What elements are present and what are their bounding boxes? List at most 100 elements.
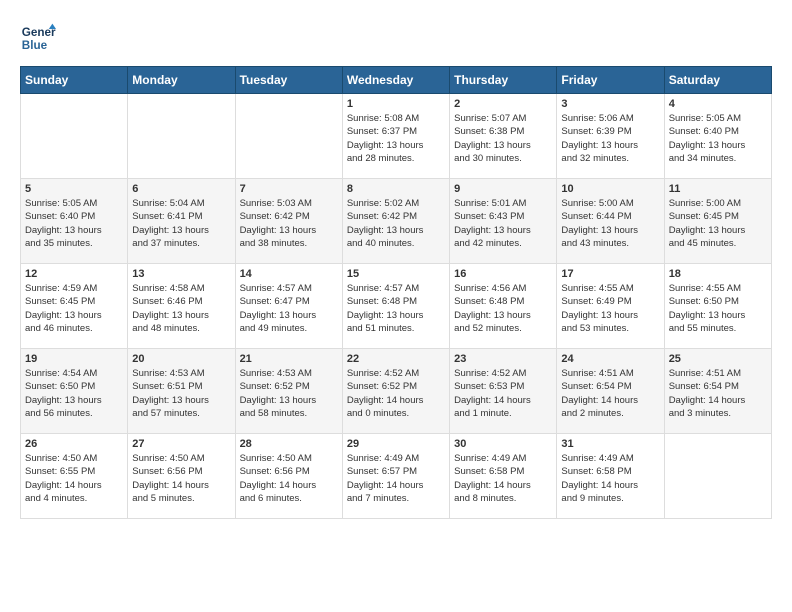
- day-number: 25: [669, 353, 767, 365]
- weekday-header-sunday: Sunday: [21, 67, 128, 94]
- day-number: 9: [454, 183, 552, 195]
- calendar-cell: 17Sunrise: 4:55 AM Sunset: 6:49 PM Dayli…: [557, 264, 664, 349]
- calendar-table: SundayMondayTuesdayWednesdayThursdayFrid…: [20, 66, 772, 519]
- calendar-cell: 30 Sunrise: 4:49 AM Sunset: 6:58 PM Dayli…: [450, 434, 557, 519]
- day-number: 15: [347, 268, 445, 280]
- calendar-cell: 21 Sunrise: 4:53 AM Sunset: 6:52 PM Dayli…: [235, 349, 342, 434]
- day-number: 2: [454, 98, 552, 110]
- day-content: Sunrise: 4:55 AM Sunset: 6:50 PM Dayligh…: [669, 282, 767, 335]
- calendar-cell: 22Sunrise: 4:52 AM Sunset: 6:52 PM Dayli…: [342, 349, 449, 434]
- calendar-cell: [235, 94, 342, 179]
- day-content: Sunrise: 4:49 AM Sunset: 6:58 PM Dayligh…: [454, 452, 552, 505]
- day-content: Sunrise: 4:54 AM Sunset: 6:50 PM Dayligh…: [25, 367, 123, 420]
- calendar-cell: 15 Sunrise: 4:57 AM Sunset: 6:48 PM Dayli…: [342, 264, 449, 349]
- calendar-cell: 31 Sunrise: 4:49 AM Sunset: 6:58 PM Dayli…: [557, 434, 664, 519]
- calendar-cell: 14Sunrise: 4:57 AM Sunset: 6:47 PM Dayli…: [235, 264, 342, 349]
- day-number: 3: [561, 98, 659, 110]
- day-number: 31: [561, 438, 659, 450]
- calendar-cell: 20 Sunrise: 4:53 AM Sunset: 6:51 PM Dayli…: [128, 349, 235, 434]
- day-content: Sunrise: 4:56 AM Sunset: 6:48 PM Dayligh…: [454, 282, 552, 335]
- day-number: 7: [240, 183, 338, 195]
- day-content: Sunrise: 5:06 AM Sunset: 6:39 PM Dayligh…: [561, 112, 659, 165]
- day-content: Sunrise: 4:49 AM Sunset: 6:58 PM Dayligh…: [561, 452, 659, 505]
- day-number: 1: [347, 98, 445, 110]
- week-row-1: 1 Sunrise: 5:08 AM Sunset: 6:37 PM Daylig…: [21, 94, 772, 179]
- calendar-cell: 13Sunrise: 4:58 AM Sunset: 6:46 PM Dayli…: [128, 264, 235, 349]
- day-content: Sunrise: 5:00 AM Sunset: 6:45 PM Dayligh…: [669, 197, 767, 250]
- day-number: 29: [347, 438, 445, 450]
- day-number: 8: [347, 183, 445, 195]
- calendar-cell: 29 Sunrise: 4:49 AM Sunset: 6:57 PM Dayli…: [342, 434, 449, 519]
- day-number: 18: [669, 268, 767, 280]
- calendar-cell: 12 Sunrise: 4:59 AM Sunset: 6:45 PM Dayli…: [21, 264, 128, 349]
- day-content: Sunrise: 4:49 AM Sunset: 6:57 PM Dayligh…: [347, 452, 445, 505]
- day-number: 11: [669, 183, 767, 195]
- day-content: Sunrise: 4:50 AM Sunset: 6:56 PM Dayligh…: [132, 452, 230, 505]
- weekday-header-row: SundayMondayTuesdayWednesdayThursdayFrid…: [21, 67, 772, 94]
- calendar-cell: 28 Sunrise: 4:50 AM Sunset: 6:56 PM Dayli…: [235, 434, 342, 519]
- weekday-header-monday: Monday: [128, 67, 235, 94]
- page-header: General Blue: [20, 20, 772, 56]
- day-content: Sunrise: 4:51 AM Sunset: 6:54 PM Dayligh…: [561, 367, 659, 420]
- weekday-header-tuesday: Tuesday: [235, 67, 342, 94]
- calendar-cell: 6Sunrise: 5:04 AM Sunset: 6:41 PM Daylig…: [128, 179, 235, 264]
- day-content: Sunrise: 5:00 AM Sunset: 6:44 PM Dayligh…: [561, 197, 659, 250]
- calendar-cell: 3 Sunrise: 5:06 AM Sunset: 6:39 PM Daylig…: [557, 94, 664, 179]
- day-content: Sunrise: 4:50 AM Sunset: 6:55 PM Dayligh…: [25, 452, 123, 505]
- day-content: Sunrise: 5:08 AM Sunset: 6:37 PM Dayligh…: [347, 112, 445, 165]
- calendar-cell: 26 Sunrise: 4:50 AM Sunset: 6:55 PM Dayli…: [21, 434, 128, 519]
- week-row-5: 26 Sunrise: 4:50 AM Sunset: 6:55 PM Dayli…: [21, 434, 772, 519]
- calendar-cell: 10 Sunrise: 5:00 AM Sunset: 6:44 PM Dayli…: [557, 179, 664, 264]
- day-number: 21: [240, 353, 338, 365]
- day-number: 26: [25, 438, 123, 450]
- calendar-cell: 27 Sunrise: 4:50 AM Sunset: 6:56 PM Dayli…: [128, 434, 235, 519]
- logo-icon: General Blue: [20, 20, 56, 56]
- day-number: 22: [347, 353, 445, 365]
- calendar-cell: [664, 434, 771, 519]
- day-content: Sunrise: 4:53 AM Sunset: 6:52 PM Dayligh…: [240, 367, 338, 420]
- day-content: Sunrise: 4:57 AM Sunset: 6:48 PM Dayligh…: [347, 282, 445, 335]
- day-number: 20: [132, 353, 230, 365]
- week-row-4: 19 Sunrise: 4:54 AM Sunset: 6:50 PM Dayli…: [21, 349, 772, 434]
- day-number: 10: [561, 183, 659, 195]
- day-content: Sunrise: 5:01 AM Sunset: 6:43 PM Dayligh…: [454, 197, 552, 250]
- calendar-cell: 23Sunrise: 4:52 AM Sunset: 6:53 PM Dayli…: [450, 349, 557, 434]
- weekday-header-friday: Friday: [557, 67, 664, 94]
- weekday-header-thursday: Thursday: [450, 67, 557, 94]
- logo: General Blue: [20, 20, 56, 56]
- day-content: Sunrise: 4:50 AM Sunset: 6:56 PM Dayligh…: [240, 452, 338, 505]
- calendar-cell: 5 Sunrise: 5:05 AM Sunset: 6:40 PM Daylig…: [21, 179, 128, 264]
- day-content: Sunrise: 5:07 AM Sunset: 6:38 PM Dayligh…: [454, 112, 552, 165]
- calendar-cell: [21, 94, 128, 179]
- day-number: 28: [240, 438, 338, 450]
- day-number: 23: [454, 353, 552, 365]
- day-number: 16: [454, 268, 552, 280]
- day-content: Sunrise: 5:05 AM Sunset: 6:40 PM Dayligh…: [669, 112, 767, 165]
- day-number: 19: [25, 353, 123, 365]
- calendar-cell: 4Sunrise: 5:05 AM Sunset: 6:40 PM Daylig…: [664, 94, 771, 179]
- day-number: 30: [454, 438, 552, 450]
- calendar-cell: [128, 94, 235, 179]
- day-number: 24: [561, 353, 659, 365]
- day-content: Sunrise: 4:53 AM Sunset: 6:51 PM Dayligh…: [132, 367, 230, 420]
- calendar-cell: 11 Sunrise: 5:00 AM Sunset: 6:45 PM Dayli…: [664, 179, 771, 264]
- day-content: Sunrise: 4:55 AM Sunset: 6:49 PM Dayligh…: [561, 282, 659, 335]
- week-row-2: 5 Sunrise: 5:05 AM Sunset: 6:40 PM Daylig…: [21, 179, 772, 264]
- calendar-cell: 25 Sunrise: 4:51 AM Sunset: 6:54 PM Dayli…: [664, 349, 771, 434]
- day-content: Sunrise: 5:02 AM Sunset: 6:42 PM Dayligh…: [347, 197, 445, 250]
- day-content: Sunrise: 5:05 AM Sunset: 6:40 PM Dayligh…: [25, 197, 123, 250]
- calendar-cell: 19 Sunrise: 4:54 AM Sunset: 6:50 PM Dayli…: [21, 349, 128, 434]
- day-number: 12: [25, 268, 123, 280]
- day-number: 6: [132, 183, 230, 195]
- day-content: Sunrise: 4:51 AM Sunset: 6:54 PM Dayligh…: [669, 367, 767, 420]
- day-number: 5: [25, 183, 123, 195]
- calendar-cell: 9 Sunrise: 5:01 AM Sunset: 6:43 PM Daylig…: [450, 179, 557, 264]
- day-content: Sunrise: 4:59 AM Sunset: 6:45 PM Dayligh…: [25, 282, 123, 335]
- day-number: 13: [132, 268, 230, 280]
- weekday-header-saturday: Saturday: [664, 67, 771, 94]
- calendar-cell: 16 Sunrise: 4:56 AM Sunset: 6:48 PM Dayli…: [450, 264, 557, 349]
- calendar-cell: 24 Sunrise: 4:51 AM Sunset: 6:54 PM Dayli…: [557, 349, 664, 434]
- day-number: 27: [132, 438, 230, 450]
- calendar-cell: 7Sunrise: 5:03 AM Sunset: 6:42 PM Daylig…: [235, 179, 342, 264]
- calendar-cell: 8 Sunrise: 5:02 AM Sunset: 6:42 PM Daylig…: [342, 179, 449, 264]
